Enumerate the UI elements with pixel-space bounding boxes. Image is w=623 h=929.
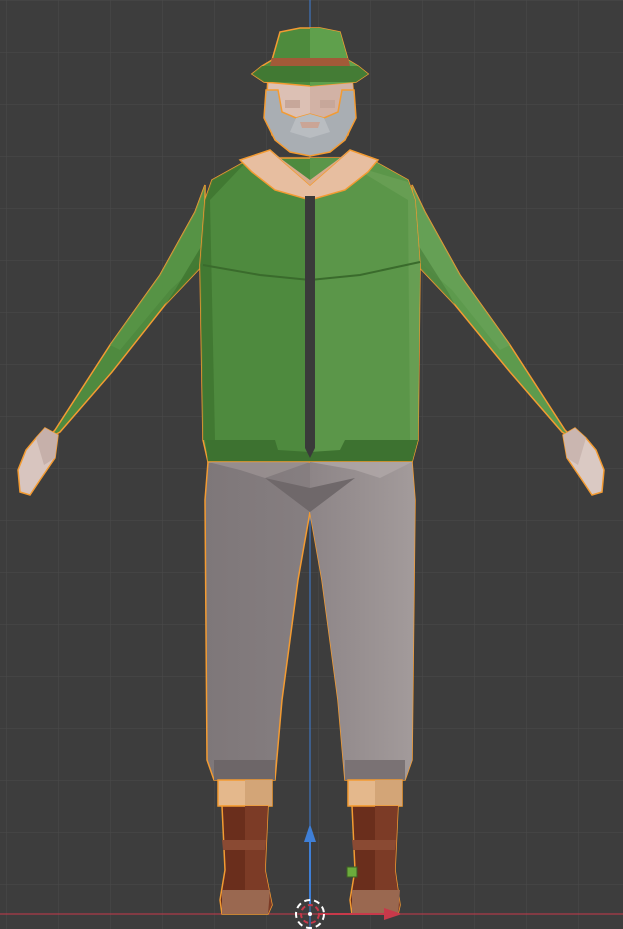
left-sock [217,779,273,807]
right-boot [349,805,401,915]
object-origin-icon[interactable] [346,866,358,878]
viewport-canvas[interactable] [0,0,623,929]
zipper [305,196,315,458]
right-sock [347,779,403,807]
left-boot [219,805,273,915]
3d-viewport[interactable] [0,0,623,929]
